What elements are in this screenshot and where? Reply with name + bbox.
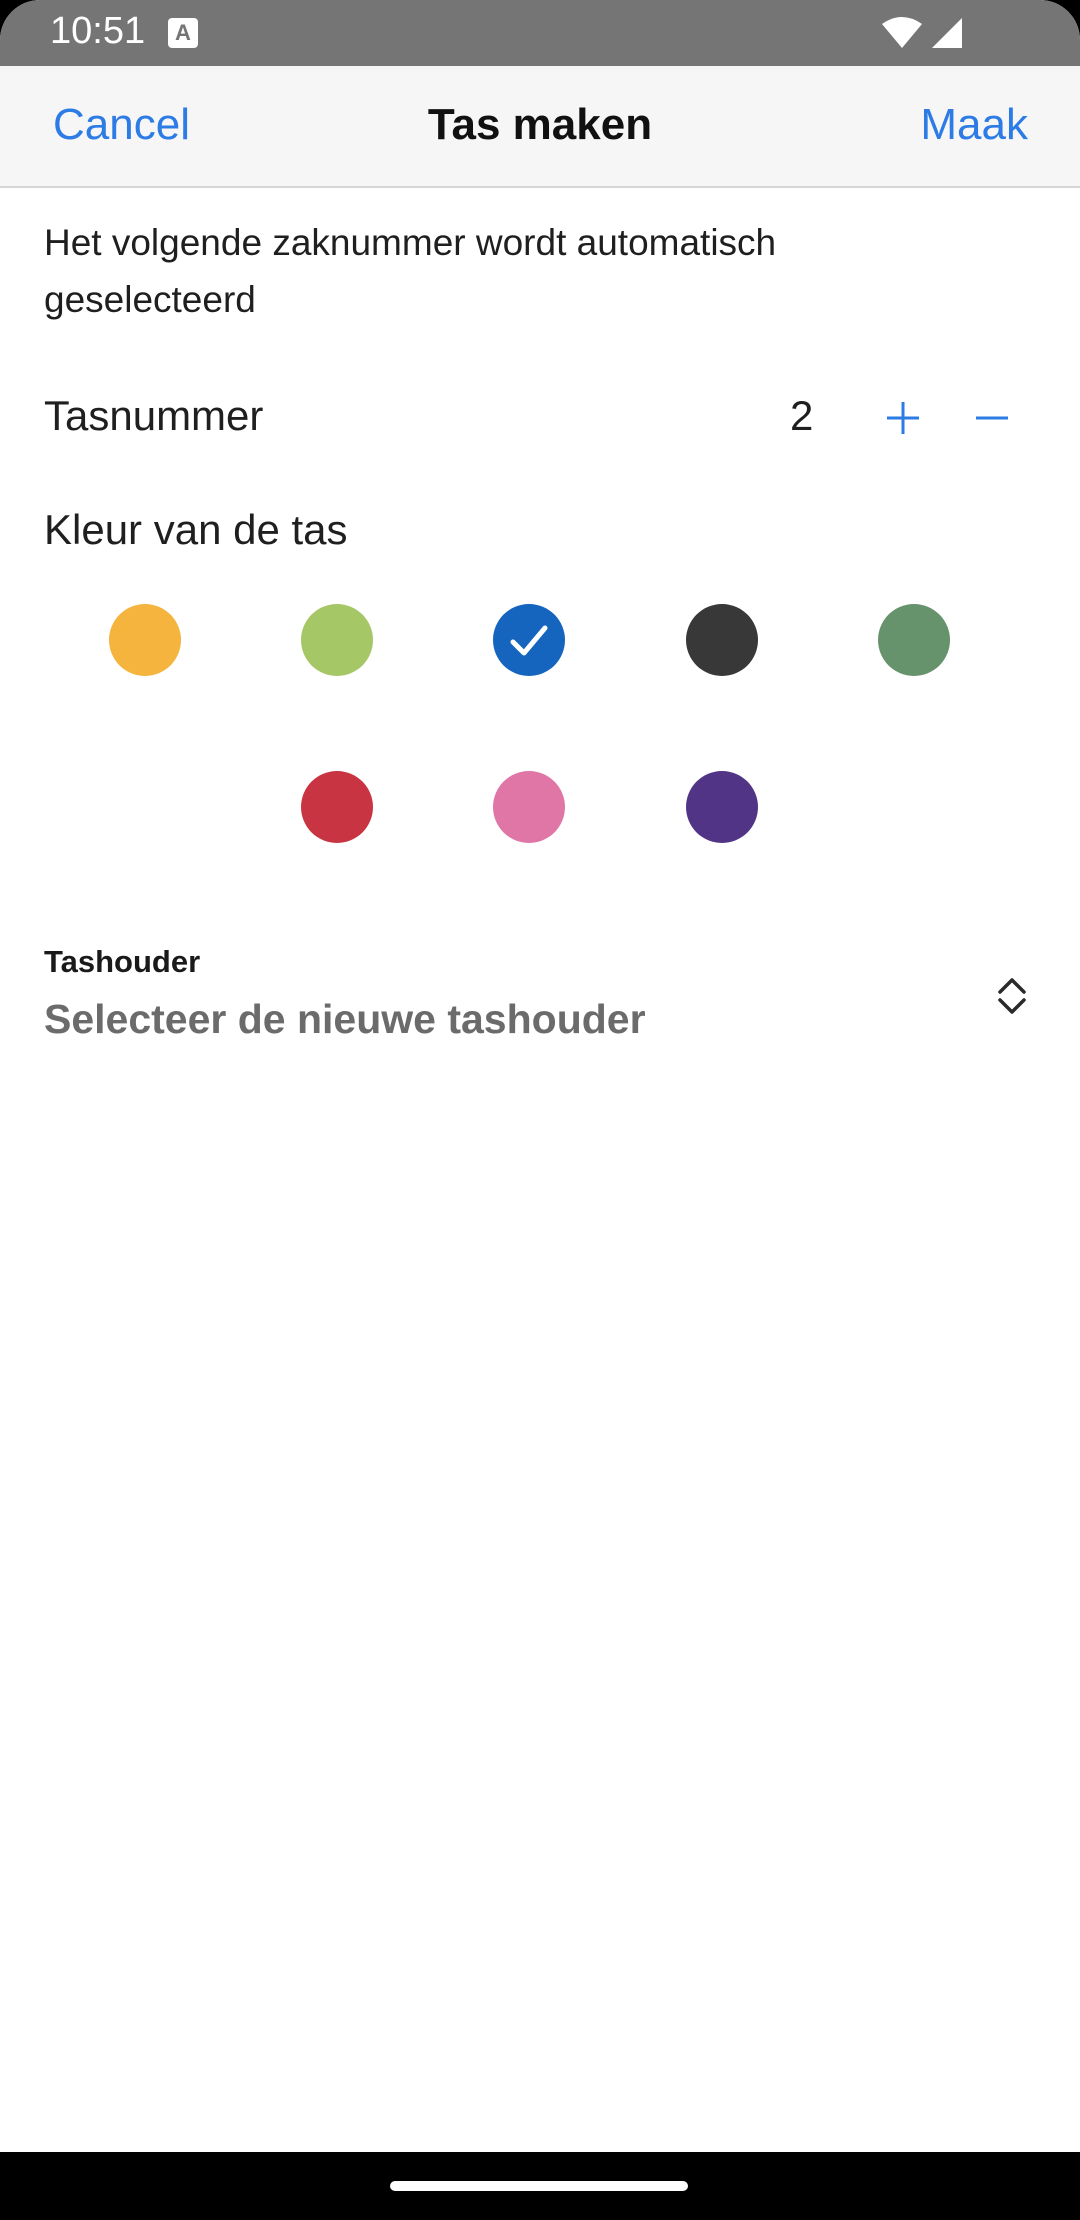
minus-icon[interactable] — [962, 388, 1022, 448]
wifi-icon — [882, 17, 922, 48]
info-text: Het volgende zaknummer wordt automatisch… — [44, 222, 777, 320]
color-swatch[interactable] — [686, 771, 758, 843]
color-swatch[interactable] — [493, 604, 565, 676]
page-title: Tas maken — [427, 100, 653, 149]
signal-icon — [932, 18, 962, 48]
status-bar: 10:51 A — [0, 0, 1080, 66]
checkmark-icon — [510, 625, 548, 656]
color-swatch[interactable] — [301, 771, 373, 843]
screen: 10:51 A Cancel Tas maken Maak Het volgen… — [0, 0, 1080, 2220]
status-time: 10:51 — [50, 10, 146, 52]
color-swatch[interactable] — [686, 604, 758, 676]
notification-icon: A — [168, 18, 198, 48]
bag-number-label: Tasnummer — [44, 392, 264, 439]
plus-icon[interactable] — [873, 388, 933, 448]
bag-holder-select[interactable]: Selecteer de nieuwe tashouder — [44, 996, 646, 1043]
make-button[interactable]: Maak — [920, 100, 1028, 150]
chevron-up-down-icon[interactable] — [994, 974, 1030, 1018]
color-swatch[interactable] — [493, 771, 565, 843]
bag-number-value: 2 — [790, 392, 814, 439]
nav-bar: Cancel Tas maken Maak — [0, 66, 1080, 188]
bag-holder-label: Tashouder — [44, 944, 201, 979]
color-swatch[interactable] — [301, 604, 373, 676]
home-indicator[interactable] — [390, 2181, 688, 2191]
color-swatch[interactable] — [109, 604, 181, 676]
bag-color-label: Kleur van de tas — [44, 506, 348, 553]
color-swatch[interactable] — [878, 604, 950, 676]
